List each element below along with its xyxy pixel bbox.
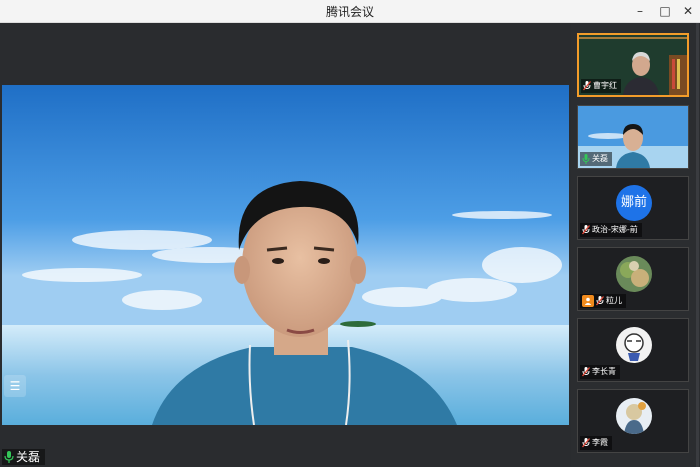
participant-name: 粒儿: [606, 296, 622, 305]
host-badge-icon: [582, 295, 594, 307]
participant-tile[interactable]: 娜前 政治-宋娜-前: [577, 176, 689, 240]
participant-avatar: [616, 256, 652, 292]
minimize-button[interactable]: –: [630, 2, 650, 20]
sidebar-scrollbar[interactable]: [696, 23, 699, 467]
window-title: 腾讯会议: [325, 5, 374, 19]
mic-muted-icon: [582, 367, 590, 377]
avatar-photo: [616, 256, 652, 292]
main-video-feed[interactable]: [2, 85, 569, 425]
mic-muted-icon: [583, 81, 591, 91]
participant-name: 曹宇红: [593, 81, 617, 90]
title-bar: 腾讯会议 – □ ✕: [0, 0, 700, 23]
participant-label: 政治-宋娜-前: [580, 223, 642, 237]
participant-label: 李霞: [580, 436, 612, 450]
avatar-photo: [616, 398, 652, 434]
participant-name: 政治-宋娜-前: [592, 225, 638, 234]
mic-active-icon: [4, 451, 14, 463]
participant-avatar: [616, 327, 652, 363]
participant-avatar: [616, 398, 652, 434]
speaker-video-image: [2, 85, 569, 425]
mic-active-icon: [582, 154, 590, 164]
meeting-window: 腾讯会议 – □ ✕ ☰ 关磊 曹宇红 关磊 娜前 政治-宋娜-前 粒儿 李长青…: [0, 0, 700, 467]
mic-muted-icon: [582, 225, 590, 235]
avatar-photo: [616, 327, 652, 363]
mic-muted-icon: [582, 438, 590, 448]
participant-tile[interactable]: 粒儿: [577, 247, 689, 311]
participant-label: 粒儿: [580, 294, 626, 308]
mic-muted-icon: [596, 296, 604, 306]
participant-tile[interactable]: 关磊: [577, 105, 689, 169]
participant-name: 李长青: [592, 367, 616, 376]
participant-tile[interactable]: 李霞: [577, 389, 689, 453]
participant-label: 曹宇红: [581, 79, 621, 93]
main-speaker-name: 关磊: [16, 450, 41, 464]
participant-avatar: 娜前: [616, 185, 652, 221]
main-speaker-label: 关磊: [2, 449, 46, 465]
participant-label: 李长青: [580, 365, 620, 379]
participant-sidebar[interactable]: 曹宇红 关磊 娜前 政治-宋娜-前 粒儿 李长青 李霞: [571, 23, 700, 467]
list-icon[interactable]: ☰: [4, 375, 26, 397]
maximize-button[interactable]: □: [655, 2, 675, 20]
close-button[interactable]: ✕: [678, 2, 698, 20]
participant-name: 关磊: [592, 154, 608, 163]
participant-name: 李霞: [592, 438, 608, 447]
participant-tile[interactable]: 曹宇红: [577, 33, 689, 97]
participant-label: 关磊: [580, 152, 612, 166]
participant-tile[interactable]: 李长青: [577, 318, 689, 382]
main-video-area[interactable]: ☰ 关磊: [0, 23, 571, 467]
